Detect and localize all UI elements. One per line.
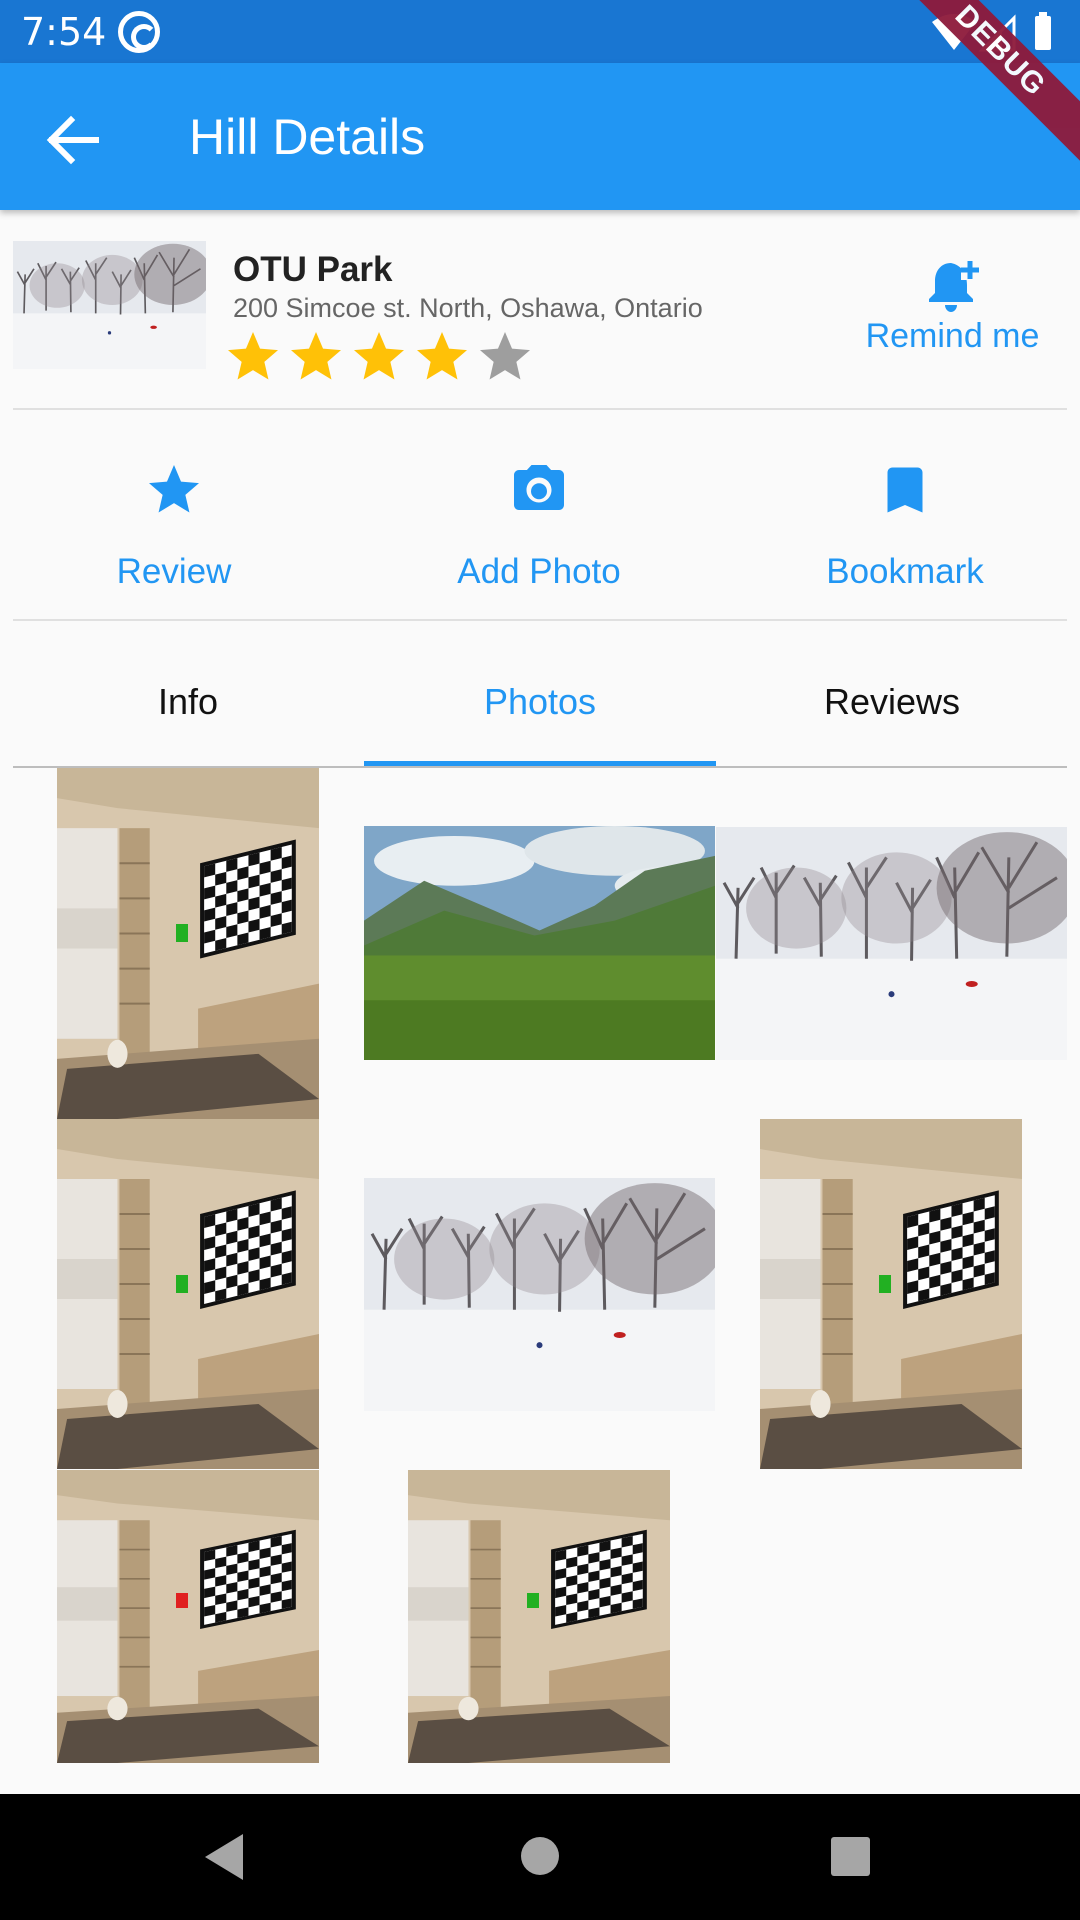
review-label: Review xyxy=(116,552,232,591)
tab-info[interactable]: Info xyxy=(12,660,364,765)
remind-me-label: Remind me xyxy=(865,317,1040,355)
room-tv-image xyxy=(57,1470,319,1763)
photo-item[interactable] xyxy=(364,1178,715,1411)
status-time: 7:54 xyxy=(21,10,107,54)
status-icons xyxy=(932,12,1062,52)
bell-plus-icon xyxy=(928,258,979,312)
hill-address: 200 Simcoe st. North, Oshawa, Ontario xyxy=(233,293,703,323)
photo-item[interactable] xyxy=(716,827,1067,1060)
tab-photos[interactable]: Photos xyxy=(364,660,716,765)
star-filled-icon xyxy=(417,332,467,380)
page-title: Hill Details xyxy=(189,109,426,165)
add-photo-button[interactable]: Add Photo xyxy=(429,460,649,610)
star-rating xyxy=(222,327,537,387)
nav-home-icon[interactable] xyxy=(521,1837,559,1875)
photo-item[interactable] xyxy=(408,1470,670,1763)
tab-reviews[interactable]: Reviews xyxy=(716,660,1068,765)
divider xyxy=(13,408,1067,410)
notification-icon xyxy=(118,11,160,53)
tv-marker xyxy=(176,1275,188,1293)
bookmark-label: Bookmark xyxy=(826,552,984,591)
snowy-park-image xyxy=(716,827,1067,1060)
hill-name: OTU Park xyxy=(233,250,393,289)
signal-icon xyxy=(978,14,1016,52)
tv-marker xyxy=(879,1275,891,1293)
divider xyxy=(13,619,1067,621)
star-icon xyxy=(149,465,199,513)
photo-item[interactable] xyxy=(57,1119,319,1469)
arrow-back-icon xyxy=(46,115,99,165)
room-tv-image xyxy=(760,1119,1022,1469)
bookmark-icon xyxy=(887,467,923,513)
add-photo-label: Add Photo xyxy=(457,552,621,591)
nav-recents-icon[interactable] xyxy=(831,1837,870,1876)
photo-item[interactable] xyxy=(760,1119,1022,1469)
app-bar: Hill Details xyxy=(0,63,1080,210)
tv-marker xyxy=(176,1593,188,1608)
nav-back-icon[interactable] xyxy=(205,1834,243,1880)
mountain-valley-image xyxy=(364,826,715,1060)
camera-icon xyxy=(514,465,564,510)
photo-item[interactable] xyxy=(57,768,319,1119)
system-nav-bar xyxy=(0,1794,1080,1920)
room-tv-image xyxy=(57,1119,319,1469)
status-bar: 7:54 xyxy=(0,0,1080,63)
review-button[interactable]: Review xyxy=(64,460,284,610)
photo-item[interactable] xyxy=(364,826,715,1060)
battery-icon xyxy=(1035,12,1051,50)
room-tv-image xyxy=(57,768,319,1119)
star-filled-icon xyxy=(291,332,341,380)
hill-thumbnail xyxy=(13,241,206,369)
wifi-icon xyxy=(932,14,976,50)
photo-item[interactable] xyxy=(57,1470,319,1763)
star-empty-icon xyxy=(480,332,530,380)
star-filled-icon xyxy=(228,332,278,380)
remind-me-button[interactable]: Remind me xyxy=(855,255,1050,365)
app-screen: 7:54 Hill Details DEBUG OTU Park 200 Sim… xyxy=(0,0,1080,1920)
tv-marker xyxy=(527,1593,539,1608)
tv-marker xyxy=(176,924,188,942)
star-filled-icon xyxy=(354,332,404,380)
back-button[interactable] xyxy=(38,105,108,175)
bookmark-button[interactable]: Bookmark xyxy=(795,460,1015,610)
room-tv-image xyxy=(408,1470,670,1763)
snowy-park-image xyxy=(364,1178,715,1411)
